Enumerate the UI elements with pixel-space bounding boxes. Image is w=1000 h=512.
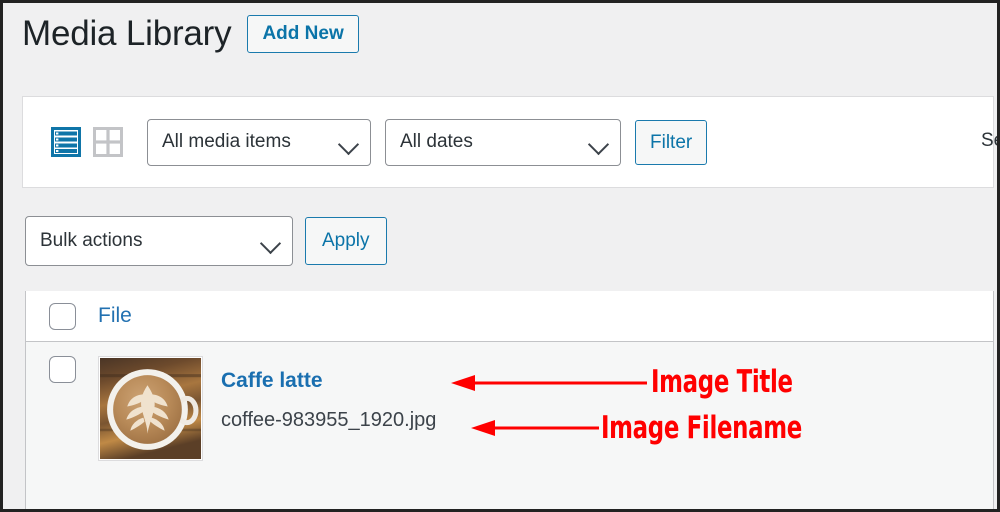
image-title-annotation: Image Title xyxy=(651,364,793,400)
admin-page-body: Media Library Add New All media items Al… xyxy=(3,3,997,509)
image-filename-annotation: Image Filename xyxy=(601,410,802,446)
bulk-actions-select-value: Bulk actions xyxy=(40,230,143,251)
media-type-select-value: All media items xyxy=(162,131,291,152)
latte-image-graphic xyxy=(100,358,201,459)
bulk-actions-select[interactable]: Bulk actions xyxy=(25,216,293,266)
page-title: Media Library xyxy=(22,14,232,53)
search-label: Se xyxy=(981,130,997,151)
apply-button[interactable]: Apply xyxy=(305,217,387,265)
filter-panel: All media items All dates Filter xyxy=(22,96,994,188)
column-header-file[interactable]: File xyxy=(98,304,132,328)
select-all-checkbox[interactable] xyxy=(48,302,76,330)
media-row-text: Caffe latte coffee-983955_1920.jpg xyxy=(221,356,436,433)
row-select-cell xyxy=(26,356,98,383)
date-select-value: All dates xyxy=(400,131,473,152)
image-title-arrow xyxy=(451,375,647,391)
media-type-select[interactable]: All media items xyxy=(147,118,371,166)
table-header-row: File xyxy=(26,291,993,342)
latte-image xyxy=(100,358,201,459)
chevron-down-icon xyxy=(587,133,610,156)
wordpress-media-library-screenshot: Media Library Add New All media items Al… xyxy=(0,0,1000,512)
media-thumbnail[interactable] xyxy=(98,356,203,461)
media-table: File Caffe latte coffee-983955_1920.jpg xyxy=(25,291,994,509)
chevron-down-icon xyxy=(337,133,360,156)
grid-view-icon[interactable] xyxy=(93,127,123,157)
list-view-icon[interactable] xyxy=(51,127,81,157)
filter-controls: All media items All dates Filter xyxy=(51,97,708,187)
chevron-down-icon xyxy=(259,232,282,255)
bulk-actions-bar: Bulk actions Apply xyxy=(25,216,387,266)
page-header: Media Library Add New xyxy=(22,13,359,55)
filter-button[interactable]: Filter xyxy=(635,119,708,165)
select-all-cell xyxy=(26,302,98,330)
media-title-link[interactable]: Caffe latte xyxy=(221,368,436,394)
view-mode-switch xyxy=(51,127,123,157)
add-new-button[interactable]: Add New xyxy=(247,15,359,53)
table-row: Caffe latte coffee-983955_1920.jpg xyxy=(26,342,993,461)
date-select[interactable]: All dates xyxy=(385,118,621,166)
row-checkbox[interactable] xyxy=(48,356,76,383)
media-filename: coffee-983955_1920.jpg xyxy=(221,409,437,432)
image-filename-arrow xyxy=(471,420,599,436)
